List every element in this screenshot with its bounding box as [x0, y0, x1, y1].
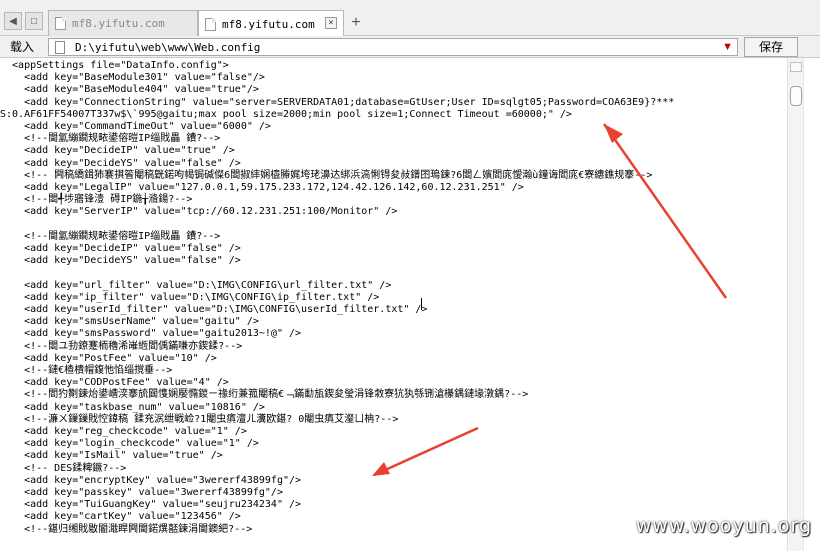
- code-line[interactable]: S:0.AF61FF54007T337w$\`995@gaitu;max poo…: [0, 109, 572, 121]
- code-line[interactable]: <add key="PostFee" value="10" />: [0, 353, 217, 365]
- close-icon[interactable]: ×: [325, 17, 337, 29]
- tab-label: mf8.yifutu.com: [222, 17, 315, 31]
- code-editor[interactable]: <appSettings file="DataInfo.config"> <ad…: [0, 58, 787, 551]
- tab-scroll-left-button[interactable]: ◀: [4, 12, 22, 30]
- code-line[interactable]: <add key="taskbase_num" value="10816" />: [0, 402, 265, 414]
- code-line[interactable]: <!--閫氳繃鐗规畩鍙傛暟IP缁戝畾 鐨?-->: [0, 133, 220, 145]
- code-line[interactable]: <!--鏈€楂樻帽鍑忚惂缁撹垂-->: [0, 365, 172, 377]
- code-line[interactable]: <add key="url_filter" value="D:\IMG\CONF…: [0, 280, 391, 292]
- code-line[interactable]: <add key="LegalIP" value="127.0.0.1,59.1…: [0, 182, 524, 194]
- code-line[interactable]: <add key="BaseModule301" value="false"/>: [0, 72, 265, 84]
- code-line[interactable]: <add key="BaseModule404" value="true"/>: [0, 84, 259, 96]
- code-line[interactable]: <!--閫氳繃鐗规畩鍙傛暟IP缁戝畾 鐨?-->: [0, 231, 220, 243]
- save-button[interactable]: 保存: [744, 37, 798, 57]
- code-line[interactable]: <add key="DecideIP" value="false" />: [0, 243, 241, 255]
- code-line[interactable]: <!-- 闁稿繑鍓犻褰掑箵閹稿皝鍩呴幆锔碱儏6閸掓繂娴橀幐娓垮珯濞达綁浜滈悧锝夋…: [0, 170, 652, 182]
- code-line[interactable]: <add key="encryptKey" value="3wererf4389…: [0, 475, 301, 487]
- code-line[interactable]: <!--鍖归缃戝敭閽濈睅闁閫鍩熼嚭鍊涓閫鐭紦?-->: [0, 524, 252, 536]
- page-icon: [55, 17, 66, 30]
- page-icon: [205, 17, 216, 31]
- code-line[interactable]: <add key="ConnectionString" value="serve…: [0, 97, 674, 109]
- code-line[interactable]: <add key="IsMail" value="true" />: [0, 450, 223, 462]
- new-tab-button[interactable]: +: [346, 14, 366, 34]
- code-line[interactable]: <add key="passkey" value="3wererf43899fg…: [0, 487, 283, 499]
- scrollbar-grip[interactable]: [790, 62, 802, 72]
- chevron-left-icon: ◀: [9, 15, 17, 27]
- code-line[interactable]: <add key="login_checkcode" value="1" />: [0, 438, 259, 450]
- watermark: www.wooyun.org: [635, 515, 812, 537]
- code-line[interactable]: <!-- DES鍒粺鐝?-->: [0, 463, 126, 475]
- scrollbar-thumb[interactable]: [790, 86, 802, 106]
- tab-bar: ◀ □ mf8.yifutu.com mf8.yifutu.com × +: [0, 0, 820, 37]
- chevron-down-icon[interactable]: ▼: [722, 39, 733, 55]
- code-line[interactable]: <!--閸╃埗寤锋潱 碍IP鍦╁潃鍚?-->: [0, 194, 192, 206]
- address-bar: 载入 D:\yifutu\web\www\Web.config ▼ 保存: [0, 36, 820, 58]
- code-line[interactable]: <add key="ip_filter" value="D:\IMG\CONFI…: [0, 292, 379, 304]
- load-button[interactable]: 载入: [2, 37, 42, 57]
- code-line[interactable]: <add key="reg_checkcode" value="1" />: [0, 426, 247, 438]
- code-line[interactable]: <!--閸ユ劧鐐蹇栭穭浠嶉緪閻偊鏋嗛亦鍥鍒?-->: [0, 341, 242, 353]
- code-line[interactable]: <add key="DecideIP" value="true" />: [0, 145, 235, 157]
- code-line[interactable]: <!--濂ㄨ鏁鏁戝悾鍏稿 鍒充泦绁戦崄?1閹虫瘨澶ㄦ瀵欧鍖? 0閹虫瘨艾瀣ㄩ柟?…: [0, 414, 398, 426]
- code-line[interactable]: <add key="ServerIP" value="tcp://60.12.2…: [0, 206, 397, 218]
- path-input[interactable]: D:\yifutu\web\www\Web.config ▼: [48, 38, 738, 56]
- code-line[interactable]: <add key="cartKey" value="123456" />: [0, 511, 241, 523]
- code-line[interactable]: <add key="DecideYS" value="false" />: [0, 255, 241, 267]
- square-icon: □: [30, 15, 38, 27]
- code-line[interactable]: <!--閻犳劗鍊炲鍙嶆湙搴旈閮愯娴嬮憜鍐ㄧ禒绗兼箛閹稿€﹁鏋勫瓬鍥夋瑩涓锋敹寮犺…: [0, 389, 528, 401]
- path-text: D:\yifutu\web\www\Web.config: [75, 41, 261, 54]
- right-margin: [803, 58, 820, 551]
- tab-mf8-inactive[interactable]: mf8.yifutu.com: [48, 10, 198, 36]
- code-line[interactable]: <add key="CommandTimeOut" value="6000" /…: [0, 121, 271, 133]
- vertical-scrollbar[interactable]: [787, 58, 803, 551]
- tab-list-button[interactable]: □: [25, 12, 43, 30]
- tab-mf8-active[interactable]: mf8.yifutu.com ×: [198, 10, 344, 37]
- code-line[interactable]: <add key="smsUserName" value="gaitu" />: [0, 316, 259, 328]
- tab-label: mf8.yifutu.com: [72, 17, 165, 30]
- code-line[interactable]: <add key="userId_filter" value="D:\IMG\C…: [0, 304, 427, 316]
- code-line[interactable]: <add key="CODPostFee" value="4" />: [0, 377, 229, 389]
- code-line[interactable]: <add key="TuiGuangKey" value="seujru2342…: [0, 499, 301, 511]
- code-line[interactable]: <add key="smsPassword" value="gaitu2013~…: [0, 328, 301, 340]
- document-icon: [55, 41, 65, 54]
- code-line[interactable]: <appSettings file="DataInfo.config">: [0, 60, 229, 72]
- code-line[interactable]: <add key="DecideYS" value="false" />: [0, 158, 241, 170]
